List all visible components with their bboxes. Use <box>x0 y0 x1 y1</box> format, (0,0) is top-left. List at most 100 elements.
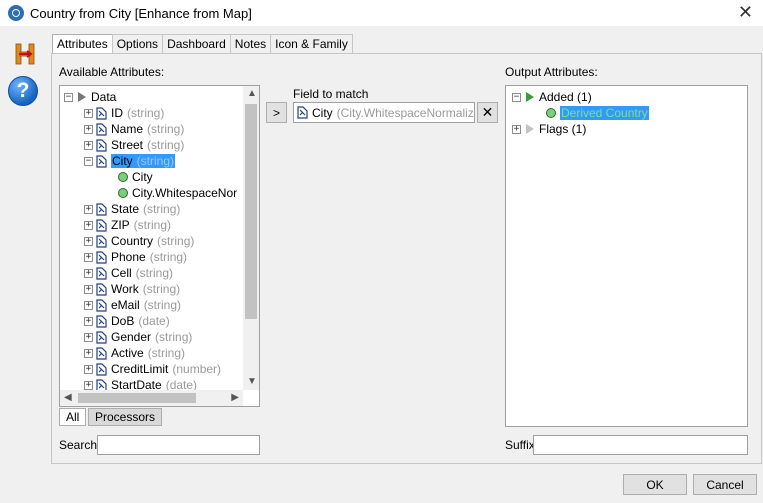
attribute-label: Country (string) <box>111 234 194 248</box>
tree-node-creditlimit[interactable]: + CreditLimit (number) <box>84 361 221 377</box>
horizontal-scroll-thumb[interactable] <box>78 393 196 403</box>
expand-icon[interactable]: + <box>84 284 93 294</box>
tree-node-name[interactable]: + Name (string) <box>84 121 184 137</box>
expand-icon[interactable]: + <box>84 348 93 358</box>
app-logo-icon <box>8 5 24 21</box>
attribute-label: ID (string) <box>111 106 164 120</box>
tree-node-gender[interactable]: + Gender (string) <box>84 329 192 345</box>
expand-icon[interactable]: + <box>84 316 93 326</box>
processor-h-icon[interactable] <box>14 43 36 65</box>
tab-attributes[interactable]: Attributes <box>52 34 113 54</box>
tree-node-id[interactable]: + ID (string) <box>84 105 164 121</box>
tab-icon-family[interactable]: Icon & Family <box>270 34 353 53</box>
tree-node-street[interactable]: + Street (string) <box>84 137 184 153</box>
scroll-left-icon[interactable]: ◀ <box>64 392 72 404</box>
expand-icon[interactable]: + <box>84 252 93 262</box>
tree-node-data[interactable]: − Data <box>64 89 116 105</box>
tab-notes[interactable]: Notes <box>229 34 272 53</box>
collapse-icon[interactable]: − <box>84 156 93 166</box>
attribute-type: (string) <box>155 330 193 344</box>
tree-node-derived-country[interactable]: Derived Country <box>546 105 649 121</box>
cancel-button[interactable]: Cancel <box>693 474 757 495</box>
horizontal-scrollbar[interactable]: ◀ ▶ <box>60 390 243 406</box>
attribute-type: (string) <box>147 122 185 136</box>
tree-node-dob[interactable]: + DoB (date) <box>84 313 170 329</box>
output-attributes-tree[interactable]: − Added (1) Derived Country + Flags (1) <box>505 85 748 427</box>
vertical-scroll-thumb[interactable] <box>245 104 257 319</box>
tree-node-cell[interactable]: + Cell (string) <box>84 265 173 281</box>
expand-icon[interactable]: + <box>84 140 93 150</box>
attribute-type: (string) <box>147 138 185 152</box>
tab-options[interactable]: Options <box>111 34 164 53</box>
field-icon <box>96 282 107 296</box>
attribute-type: (string) <box>127 106 165 120</box>
expand-icon[interactable]: + <box>84 204 93 214</box>
expand-icon[interactable]: + <box>84 220 93 230</box>
attribute-type: (string) <box>143 202 181 216</box>
scroll-down-icon[interactable]: ▼ <box>247 376 257 388</box>
attribute-type: (date) <box>138 314 170 328</box>
attribute-label: CreditLimit (number) <box>111 362 221 376</box>
tree-node-work[interactable]: + Work (string) <box>84 281 180 297</box>
expand-icon[interactable]: + <box>84 108 93 118</box>
attribute-name: Name <box>111 122 144 136</box>
tree-node-email[interactable]: + eMail (string) <box>84 297 181 313</box>
expand-icon[interactable]: + <box>84 300 93 310</box>
title-bar: Country from City [Enhance from Map] ✕ <box>0 0 763 26</box>
attribute-type: (string) <box>143 298 182 312</box>
tree-node-country[interactable]: + Country (string) <box>84 233 194 249</box>
attribute-name: ZIP <box>111 218 130 232</box>
expand-icon[interactable]: + <box>84 236 93 246</box>
ok-button[interactable]: OK <box>623 474 687 495</box>
field-icon <box>96 106 107 120</box>
field-icon <box>96 266 107 280</box>
field-icon <box>96 298 107 312</box>
field-to-match-input[interactable]: City (City.WhitespaceNormalized) <box>293 102 475 123</box>
tree-node-zip[interactable]: + ZIP (string) <box>84 217 171 233</box>
expand-icon[interactable]: + <box>84 364 93 374</box>
tree-node-phone[interactable]: + Phone (string) <box>84 249 187 265</box>
expand-icon[interactable]: + <box>84 380 93 390</box>
derived-country-label: Derived Country <box>560 106 649 120</box>
collapse-icon[interactable]: − <box>512 92 521 102</box>
attribute-label: Cell (string) <box>111 266 173 280</box>
expand-icon[interactable]: + <box>84 124 93 134</box>
left-rail: ? <box>0 26 50 466</box>
suffix-input[interactable] <box>533 435 748 455</box>
scroll-up-icon[interactable]: ▲ <box>247 88 257 100</box>
field-icon <box>96 250 107 264</box>
tree-node-child[interactable]: City <box>118 169 153 185</box>
vertical-scrollbar[interactable]: ▲ ▼ <box>243 86 259 390</box>
tree-node-active[interactable]: + Active (string) <box>84 345 185 361</box>
attribute-name: State <box>111 202 140 216</box>
attribute-name: Gender <box>111 330 152 344</box>
tree-node-child[interactable]: City.WhitespaceNor <box>118 185 237 201</box>
expand-icon[interactable]: + <box>84 332 93 342</box>
collapse-icon[interactable]: − <box>64 92 73 102</box>
tree-node-flags[interactable]: + Flags (1) <box>512 121 586 137</box>
clear-field-button[interactable]: ✕ <box>477 102 498 123</box>
tab-all[interactable]: All <box>59 408 87 426</box>
available-attributes-tree[interactable]: − Data + ID (string) + Name (string) + Street (str… <box>59 85 260 407</box>
close-window-button[interactable]: ✕ <box>738 3 753 21</box>
output-field-icon <box>118 188 128 198</box>
tree-node-city[interactable]: − City (string) <box>84 153 176 169</box>
match-field-name: City <box>312 105 333 120</box>
expand-icon[interactable]: + <box>84 268 93 278</box>
available-attributes-label: Available Attributes: <box>59 65 165 79</box>
search-input[interactable] <box>97 435 260 455</box>
attribute-name: DoB <box>111 314 135 328</box>
attribute-type: (string) <box>149 250 188 264</box>
attribute-label: Street (string) <box>111 138 184 152</box>
suffix-label: Suffix <box>505 438 535 452</box>
tree-node-state[interactable]: + State (string) <box>84 201 180 217</box>
attribute-label: eMail (string) <box>111 298 181 312</box>
tree-node-added[interactable]: − Added (1) <box>512 89 592 105</box>
attribute-type: (string) <box>142 282 181 296</box>
tab-processors[interactable]: Processors <box>88 408 163 426</box>
add-field-button[interactable]: > <box>266 102 287 123</box>
tab-dashboard[interactable]: Dashboard <box>162 34 231 53</box>
help-icon[interactable]: ? <box>8 76 38 106</box>
expand-icon[interactable]: + <box>512 124 521 134</box>
scroll-right-icon[interactable]: ▶ <box>231 392 239 404</box>
